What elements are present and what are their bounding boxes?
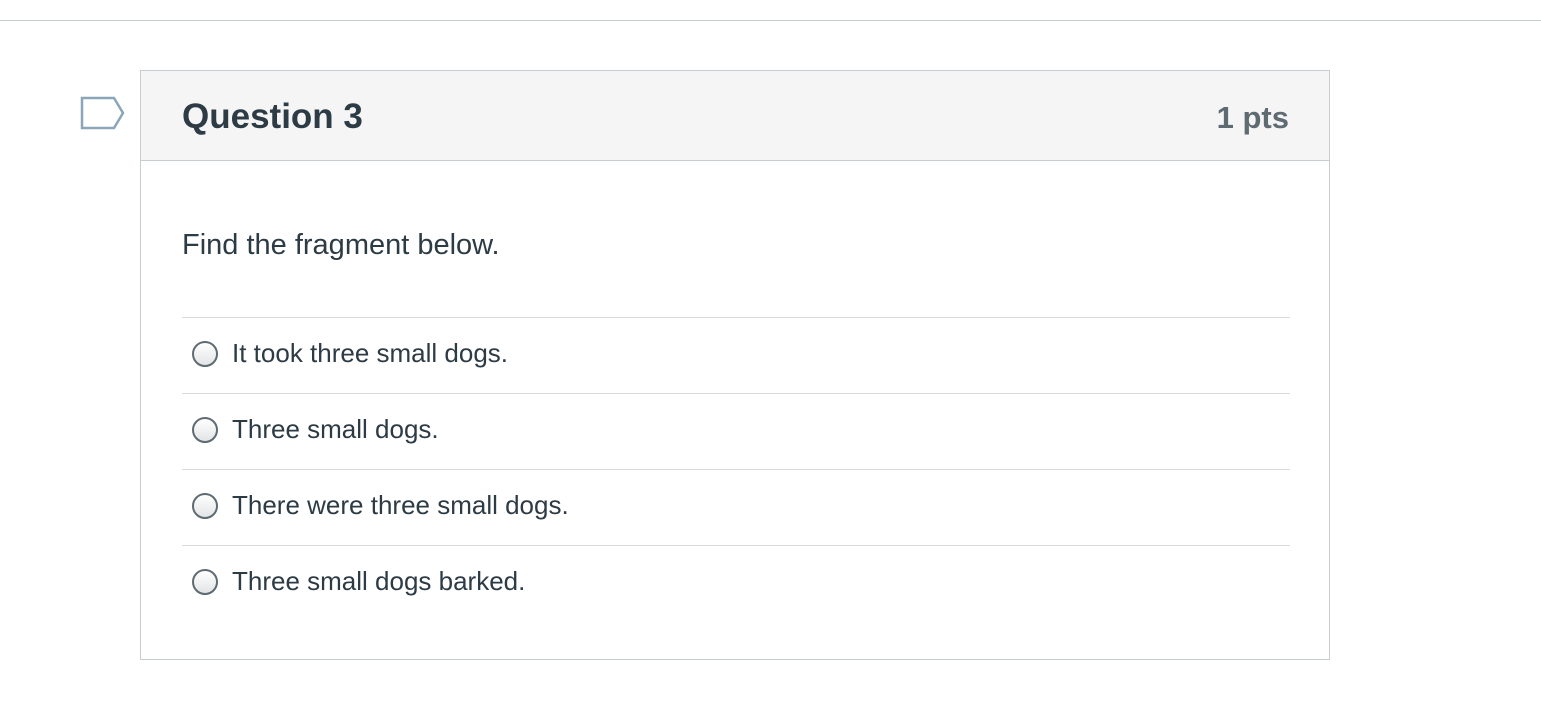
answer-label[interactable]: It took three small dogs. <box>232 336 508 370</box>
radio-button[interactable] <box>192 493 218 519</box>
answer-option[interactable]: It took three small dogs. <box>182 317 1290 393</box>
radio-button[interactable] <box>192 341 218 367</box>
answer-option[interactable]: Three small dogs. <box>182 393 1290 469</box>
radio-button[interactable] <box>192 569 218 595</box>
answer-label[interactable]: Three small dogs barked. <box>232 564 525 598</box>
question-card: Question 3 1 pts Find the fragment below… <box>140 70 1330 660</box>
question-points: 1 pts <box>1216 100 1289 135</box>
answer-option[interactable]: There were three small dogs. <box>182 469 1290 545</box>
question-prompt: Find the fragment below. <box>182 229 500 261</box>
answer-label[interactable]: There were three small dogs. <box>232 488 569 522</box>
radio-button[interactable] <box>192 417 218 443</box>
answer-label[interactable]: Three small dogs. <box>232 412 439 446</box>
question-title: Question 3 <box>182 97 363 136</box>
answer-option[interactable]: Three small dogs barked. <box>182 545 1290 621</box>
answer-list: It took three small dogs. Three small do… <box>182 317 1290 621</box>
flag-icon[interactable] <box>80 96 126 132</box>
question-header: Question 3 1 pts <box>141 71 1329 161</box>
top-divider <box>0 20 1541 21</box>
